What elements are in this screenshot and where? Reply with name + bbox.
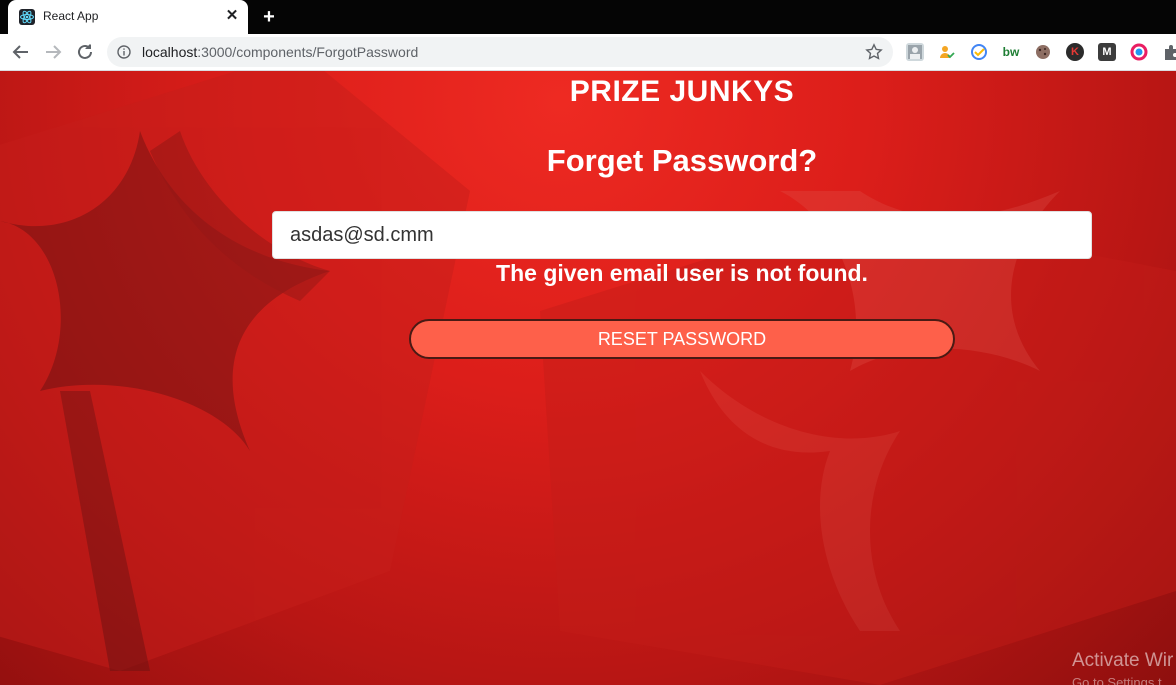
browser-toolbar: localhost:3000/components/ForgotPassword… <box>0 34 1176 71</box>
profile-icon[interactable] <box>906 43 924 61</box>
activation-watermark-sub: Go to Settings t <box>1072 675 1162 685</box>
k-icon[interactable]: K <box>1066 43 1084 61</box>
m-icon[interactable]: M <box>1098 43 1116 61</box>
tab-react-app[interactable]: React App ✕ <box>8 0 248 34</box>
reload-icon[interactable] <box>74 41 96 63</box>
bw-icon[interactable]: bw <box>1002 43 1020 61</box>
google-keep-icon[interactable] <box>970 43 988 61</box>
url-text[interactable]: localhost:3000/components/ForgotPassword <box>142 44 418 60</box>
bookmark-star-icon[interactable] <box>865 43 883 61</box>
color-circle-icon[interactable] <box>1130 43 1148 61</box>
email-field[interactable] <box>272 211 1092 259</box>
cookie-icon[interactable] <box>1034 43 1052 61</box>
back-arrow-icon[interactable] <box>10 41 32 63</box>
person-check-icon[interactable] <box>938 43 956 61</box>
browser-tab-strip: React App ✕ + <box>0 0 1176 34</box>
new-tab-button[interactable]: + <box>258 6 280 28</box>
forward-arrow-icon[interactable] <box>42 41 64 63</box>
tab-title: React App <box>43 9 99 23</box>
close-tab-icon[interactable]: ✕ <box>224 8 240 24</box>
info-icon[interactable] <box>117 45 131 59</box>
forgot-password-page: PRIZE JUNKYS Forget Password? The given … <box>0 71 1176 685</box>
reset-password-button[interactable]: RESET PASSWORD <box>409 319 955 359</box>
brand-title: PRIZE JUNKYS <box>569 75 795 108</box>
page-heading: Forget Password? <box>546 143 818 178</box>
activation-watermark: Activate Wir <box>1072 650 1174 671</box>
url-path: :3000/components/ForgotPassword <box>197 44 419 60</box>
error-message: The given email user is not found. <box>496 260 868 286</box>
url-host: localhost <box>142 44 198 60</box>
react-logo-icon <box>19 9 35 25</box>
puzzle-icon[interactable] <box>1162 43 1176 61</box>
address-bar[interactable]: localhost:3000/components/ForgotPassword <box>107 37 893 67</box>
